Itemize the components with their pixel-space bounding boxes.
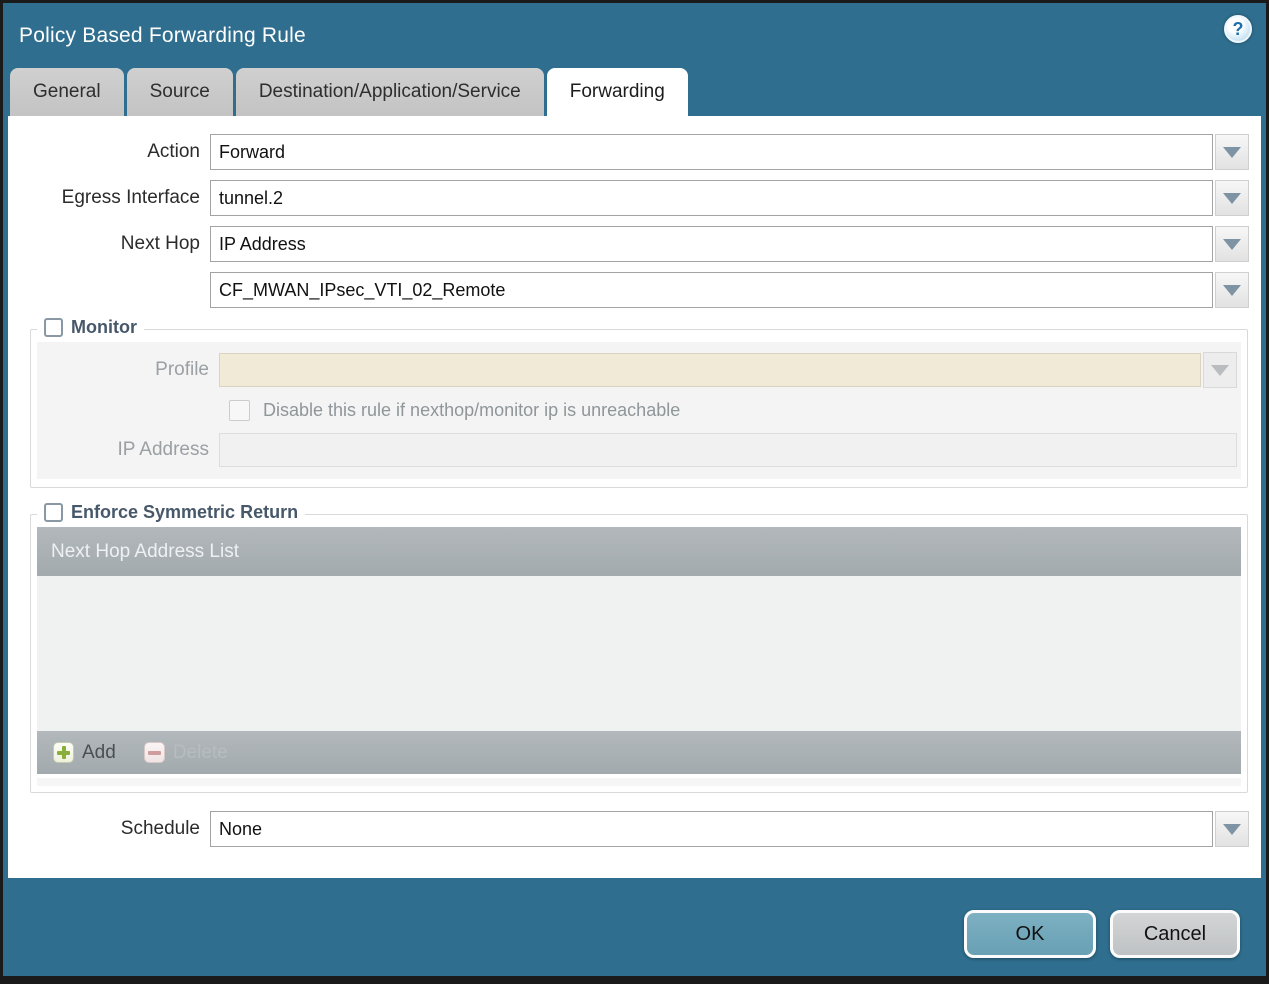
profile-dropdown-button-disabled [1203,352,1237,388]
action-dropdown-button[interactable] [1215,134,1249,170]
cancel-button[interactable]: Cancel [1110,910,1240,958]
minus-icon [143,742,165,763]
chevron-down-icon [1223,284,1241,296]
table-footer: Add Delete [37,731,1241,774]
symmetric-return-checkbox[interactable] [44,503,63,522]
profile-input-disabled [219,353,1201,387]
chevron-down-icon [1211,364,1229,376]
symmetric-return-group: Enforce Symmetric Return Next Hop Addres… [30,502,1248,793]
egress-interface-row: Egress Interface [8,180,1249,216]
next-hop-label: Next Hop [120,233,200,254]
tab-source[interactable]: Source [126,68,233,116]
schedule-row: Schedule [8,811,1249,847]
disable-rule-row: Disable this rule if nexthop/monitor ip … [229,400,1237,421]
tab-general[interactable]: General [10,68,124,116]
action-input[interactable] [210,134,1213,170]
add-button[interactable]: Add [53,742,116,764]
delete-button-label: Delete [172,741,228,763]
tab-destination-application-service[interactable]: Destination/Application/Service [235,68,544,116]
next-hop-address-row [8,272,1249,308]
schedule-input[interactable] [210,811,1213,847]
next-hop-type-input[interactable] [210,226,1213,262]
monitor-checkbox[interactable] [44,318,63,337]
dialog-title: Policy Based Forwarding Rule [19,23,306,47]
monitor-group: Monitor Profile Disable this rule if nex… [30,317,1248,488]
egress-interface-dropdown-button[interactable] [1215,180,1249,216]
monitor-ip-label: IP Address [117,439,209,460]
chevron-down-icon [1223,146,1241,158]
chevron-down-icon [1223,192,1241,204]
monitor-ip-input-disabled [219,433,1237,467]
next-hop-row: Next Hop [8,226,1249,262]
egress-interface-label: Egress Interface [61,187,200,208]
profile-row: Profile [37,352,1237,388]
next-hop-address-table: Next Hop Address List Add Delete [37,527,1241,774]
table-body[interactable] [37,576,1241,731]
dialog-titlebar: Policy Based Forwarding Rule ? [3,3,1266,68]
chevron-down-icon [1223,823,1241,835]
schedule-label: Schedule [120,818,200,839]
monitor-legend: Monitor [37,317,144,338]
table-header-label: Next Hop Address List [51,540,239,562]
ok-button[interactable]: OK [964,910,1096,958]
action-row: Action [8,134,1249,170]
action-label: Action [147,141,200,162]
plus-icon [53,742,74,763]
disable-rule-label: Disable this rule if nexthop/monitor ip … [263,400,681,420]
help-icon[interactable]: ? [1224,15,1252,43]
schedule-dropdown-button[interactable] [1215,811,1249,847]
symmetric-return-legend: Enforce Symmetric Return [37,502,306,523]
delete-button: Delete [143,741,228,764]
symmetric-return-title: Enforce Symmetric Return [71,502,299,522]
table-header: Next Hop Address List [37,527,1241,576]
next-hop-address-dropdown-button[interactable] [1215,272,1249,308]
tab-forwarding[interactable]: Forwarding [546,68,688,116]
chevron-down-icon [1223,238,1241,250]
disable-rule-checkbox-disabled [229,400,250,421]
monitor-ip-row: IP Address [37,433,1237,467]
table-scroll-strip [37,778,1241,786]
dialog-footer: OK Cancel [3,878,1266,958]
monitor-panel: Profile Disable this rule if nexthop/mon… [37,342,1241,479]
monitor-title: Monitor [71,317,137,337]
profile-label: Profile [155,359,209,380]
egress-interface-input[interactable] [210,180,1213,216]
next-hop-address-input[interactable] [210,272,1213,308]
add-button-label: Add [82,741,116,763]
tab-bar: General Source Destination/Application/S… [3,68,1266,116]
next-hop-dropdown-button[interactable] [1215,226,1249,262]
forwarding-tab-panel: Action Egress Interface Next Hop Monitor [8,116,1261,878]
